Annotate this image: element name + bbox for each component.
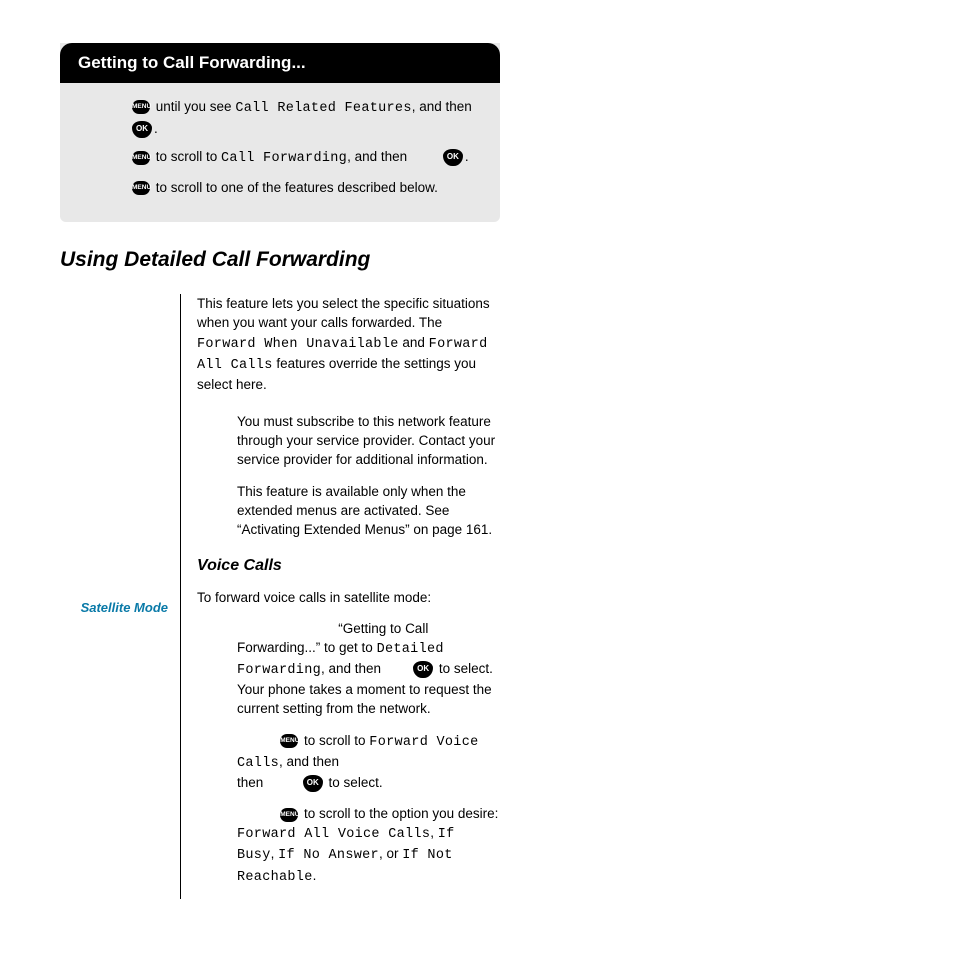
notes-block: You must subscribe to this network featu… (237, 412, 500, 539)
step-1: “Getting to Call Forwarding...” to get t… (237, 619, 500, 719)
margin-column: Satellite Mode (60, 294, 180, 898)
instruction-panel: Getting to Call Forwarding... MENU until… (60, 43, 500, 222)
ok-icon: OK (303, 775, 323, 792)
margin-label-satellite: Satellite Mode (60, 600, 168, 615)
panel-title: Getting to Call Forwarding... (60, 43, 500, 83)
menu-icon: MENU (132, 181, 150, 195)
menu-term: Forward All Voice Calls (237, 827, 430, 842)
menu-icon: MENU (280, 808, 298, 822)
subsection-title: Voice Calls (197, 555, 500, 578)
panel-line-3: MENU to scroll to one of the features de… (130, 178, 478, 198)
menu-term: Call Forwarding (221, 151, 347, 166)
panel-line-1: MENU until you see Call Related Features… (130, 97, 478, 138)
panel-body: MENU until you see Call Related Features… (60, 83, 500, 222)
menu-icon: MENU (132, 151, 150, 165)
content-column: This feature lets you select the specifi… (181, 294, 500, 898)
panel-line-2: MENU to scroll to Call Forwarding, and t… (130, 147, 478, 169)
menu-term: Call Related Features (235, 101, 411, 116)
menu-icon: MENU (132, 100, 150, 114)
step-3: MENU to scroll to the option you desire:… (237, 804, 500, 887)
voice-intro: To forward voice calls in satellite mode… (197, 588, 500, 607)
ok-icon: OK (443, 149, 463, 166)
menu-term: If No Answer (278, 848, 379, 863)
section-title: Using Detailed Call Forwarding (60, 248, 500, 272)
ok-icon: OK (413, 661, 433, 678)
menu-icon: MENU (280, 734, 298, 748)
ok-icon: OK (132, 121, 152, 138)
intro-paragraph: This feature lets you select the specifi… (197, 294, 500, 394)
note-paragraph: This feature is available only when the … (237, 482, 500, 539)
note-paragraph: You must subscribe to this network featu… (237, 412, 500, 469)
steps-block: “Getting to Call Forwarding...” to get t… (237, 619, 500, 887)
step-2: MENU to scroll to Forward Voice Calls, a… (237, 731, 500, 792)
menu-term: Forward When Unavailable (197, 337, 399, 352)
